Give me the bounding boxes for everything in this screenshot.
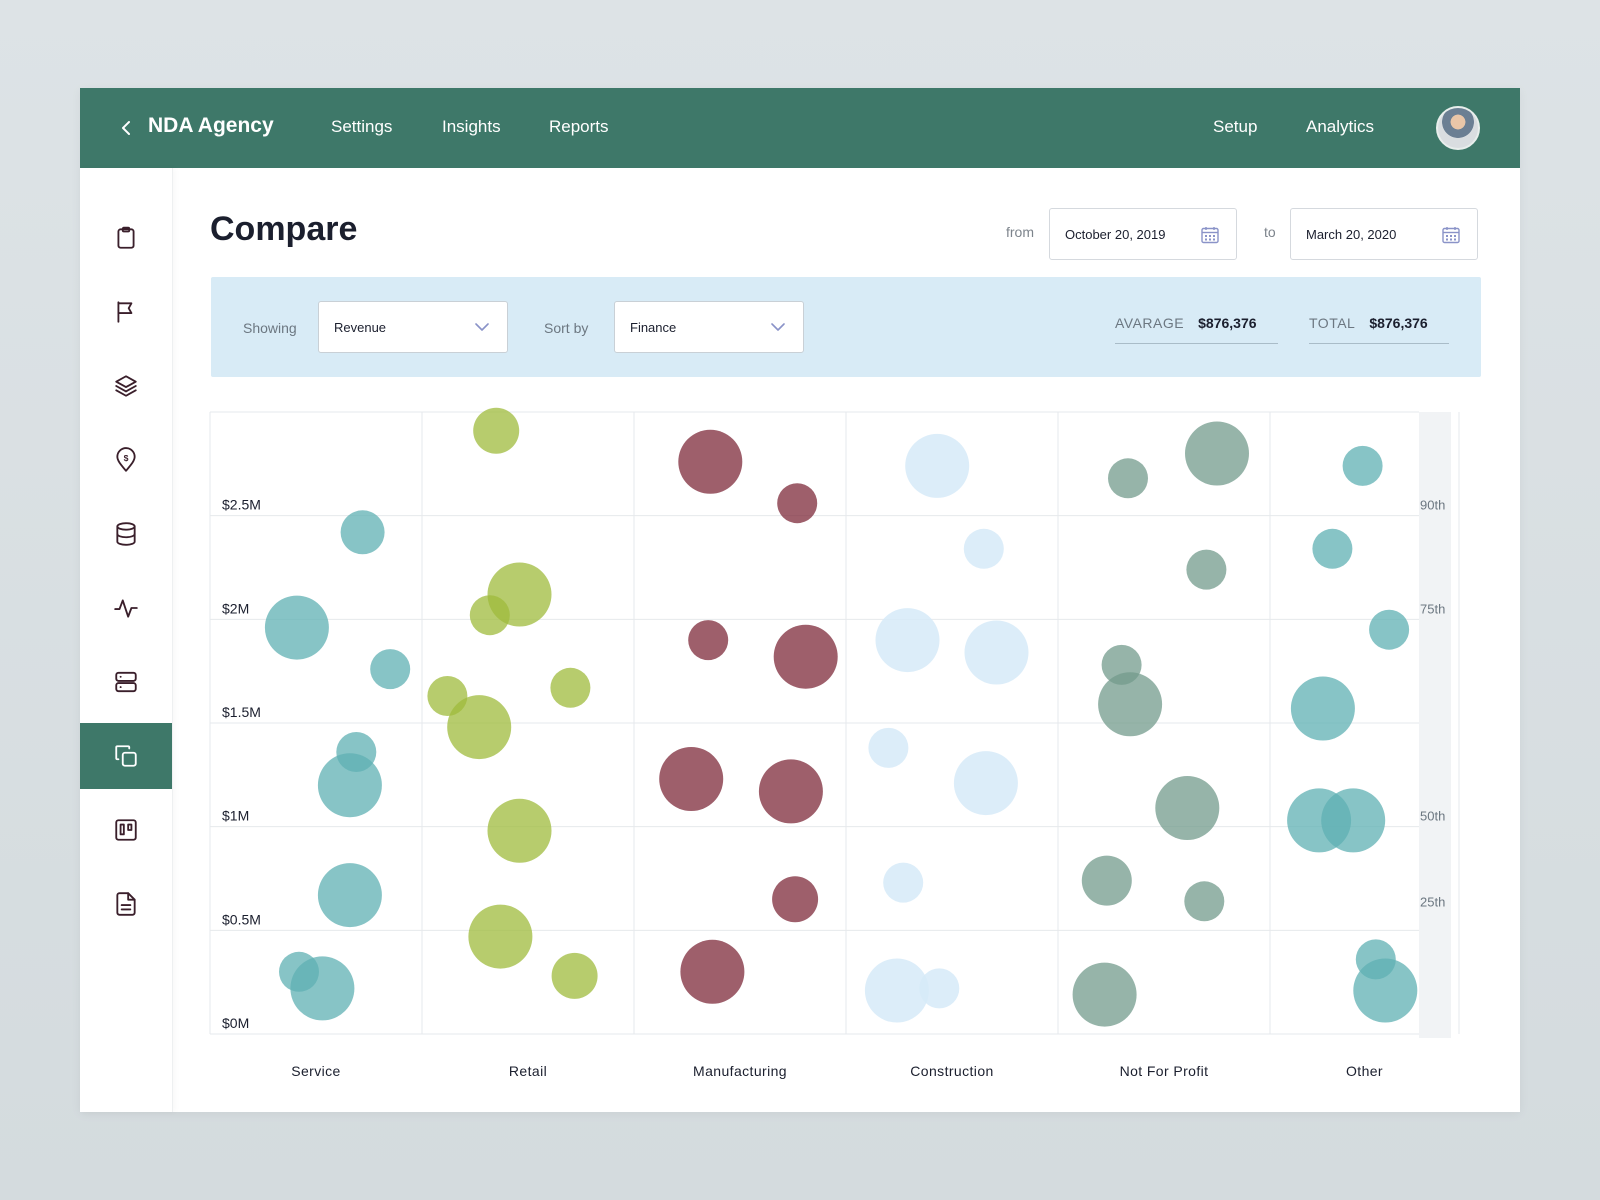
bubble-retail — [468, 904, 533, 969]
bubble-not-for-profit — [1184, 881, 1225, 922]
bubble-manufacturing — [680, 939, 745, 1004]
bubble-service — [340, 510, 385, 555]
bubble-other — [1353, 958, 1418, 1023]
bubble-service — [317, 863, 382, 928]
x-category-label: Other — [1346, 1063, 1383, 1079]
bubble-construction — [868, 727, 909, 768]
y-tick-label: $1M — [222, 808, 249, 824]
x-category-label: Retail — [509, 1063, 547, 1079]
y-tick-label: $0.5M — [222, 911, 261, 927]
bubble-other — [1369, 609, 1410, 650]
percentile-label: 90th — [1420, 498, 1445, 513]
bubble-service — [370, 649, 411, 690]
bubble-not-for-profit — [1185, 421, 1249, 486]
bubble-not-for-profit — [1186, 549, 1227, 590]
bubble-construction — [919, 968, 960, 1009]
y-tick-label: $1.5M — [222, 704, 261, 720]
percentile-label: 50th — [1420, 809, 1445, 824]
bubble-construction — [875, 608, 940, 673]
bubble-retail — [487, 798, 552, 863]
bubble-manufacturing — [773, 624, 838, 689]
bubble-not-for-profit — [1072, 962, 1137, 1027]
y-tick-label: $2M — [222, 600, 249, 616]
percentile-label: 25th — [1420, 895, 1445, 910]
y-tick-label: $0M — [222, 1015, 249, 1031]
x-category-label: Manufacturing — [693, 1063, 787, 1079]
bubble-retail — [447, 695, 512, 760]
bubble-retail — [551, 952, 598, 999]
bubble-construction — [864, 958, 929, 1023]
bubble-construction — [905, 433, 970, 498]
bubble-other — [1290, 676, 1355, 741]
bubble-manufacturing — [688, 620, 729, 661]
x-category-label: Not For Profit — [1120, 1063, 1209, 1079]
bubble-not-for-profit — [1155, 776, 1220, 840]
bubble-other — [1321, 788, 1386, 853]
bubble-manufacturing — [772, 876, 819, 923]
bubble-construction — [963, 528, 1004, 569]
bubble-retail — [473, 407, 520, 454]
bubble-manufacturing — [678, 429, 743, 494]
bubble-service — [264, 595, 329, 660]
bubble-not-for-profit — [1081, 855, 1132, 906]
bubble-manufacturing — [659, 747, 724, 811]
bubble-construction — [964, 620, 1029, 685]
bubble-manufacturing — [777, 483, 818, 524]
bubble-retail — [469, 595, 510, 636]
bubble-retail — [550, 667, 591, 708]
bubble-other — [1342, 445, 1383, 486]
x-category-label: Construction — [910, 1063, 993, 1079]
bubble-manufacturing — [758, 759, 823, 824]
bubble-chart: $2.5M $2M $1.5M $1M $0.5M $0M 90th 75th 50th 25th… — [209, 407, 1460, 1079]
bubble-other — [1312, 528, 1353, 569]
bubble-service — [317, 753, 382, 818]
percentile-label: 75th — [1420, 601, 1445, 616]
bubble-construction — [883, 862, 924, 903]
bubble-not-for-profit — [1098, 672, 1163, 737]
app-window: NDA Agency Settings Insights Reports Set… — [80, 88, 1520, 1112]
y-tick-label: $2.5M — [222, 497, 261, 513]
bubble-construction — [953, 751, 1018, 816]
x-category-label: Service — [291, 1063, 340, 1079]
bubble-not-for-profit — [1108, 458, 1148, 499]
bubble-service — [290, 956, 355, 1021]
